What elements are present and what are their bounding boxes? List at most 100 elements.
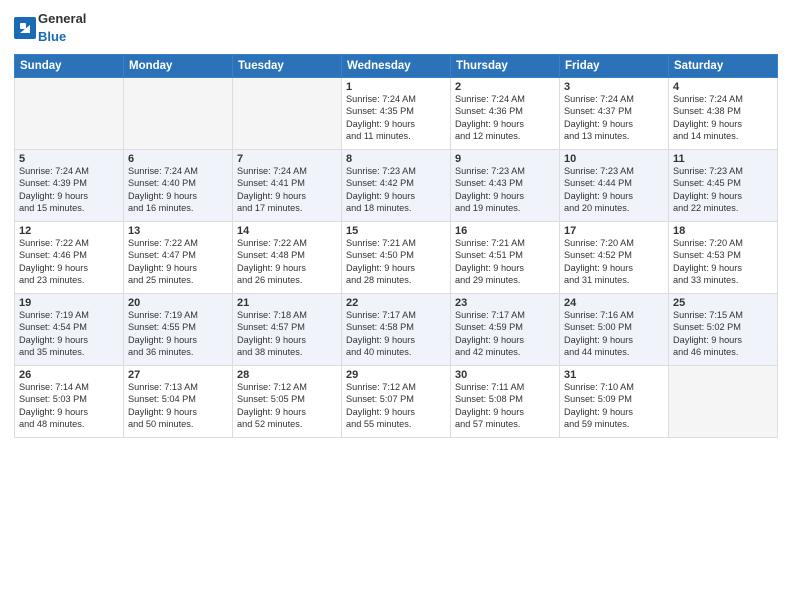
calendar-cell: 23Sunrise: 7:17 AM Sunset: 4:59 PM Dayli…	[451, 294, 560, 366]
day-info: Sunrise: 7:21 AM Sunset: 4:50 PM Dayligh…	[346, 237, 446, 287]
calendar-cell: 2Sunrise: 7:24 AM Sunset: 4:36 PM Daylig…	[451, 78, 560, 150]
calendar-cell: 6Sunrise: 7:24 AM Sunset: 4:40 PM Daylig…	[124, 150, 233, 222]
day-number: 24	[564, 297, 664, 309]
day-info: Sunrise: 7:18 AM Sunset: 4:57 PM Dayligh…	[237, 309, 337, 359]
day-number: 29	[346, 369, 446, 381]
day-number: 17	[564, 225, 664, 237]
calendar-table: SundayMondayTuesdayWednesdayThursdayFrid…	[14, 54, 778, 438]
calendar-cell: 21Sunrise: 7:18 AM Sunset: 4:57 PM Dayli…	[233, 294, 342, 366]
calendar-header-sunday: Sunday	[15, 55, 124, 78]
calendar-cell: 26Sunrise: 7:14 AM Sunset: 5:03 PM Dayli…	[15, 366, 124, 438]
day-number: 25	[673, 297, 773, 309]
day-number: 15	[346, 225, 446, 237]
calendar-week-row: 19Sunrise: 7:19 AM Sunset: 4:54 PM Dayli…	[15, 294, 778, 366]
logo-blue: Blue	[38, 29, 66, 44]
page: General Blue SundayMondayTuesdayWednesda…	[0, 0, 792, 612]
day-info: Sunrise: 7:12 AM Sunset: 5:07 PM Dayligh…	[346, 381, 446, 431]
day-number: 18	[673, 225, 773, 237]
calendar-cell: 30Sunrise: 7:11 AM Sunset: 5:08 PM Dayli…	[451, 366, 560, 438]
logo: General Blue	[14, 10, 86, 46]
calendar-cell: 5Sunrise: 7:24 AM Sunset: 4:39 PM Daylig…	[15, 150, 124, 222]
calendar-week-row: 5Sunrise: 7:24 AM Sunset: 4:39 PM Daylig…	[15, 150, 778, 222]
day-number: 6	[128, 153, 228, 165]
calendar-week-row: 12Sunrise: 7:22 AM Sunset: 4:46 PM Dayli…	[15, 222, 778, 294]
day-number: 23	[455, 297, 555, 309]
day-info: Sunrise: 7:16 AM Sunset: 5:00 PM Dayligh…	[564, 309, 664, 359]
day-info: Sunrise: 7:24 AM Sunset: 4:41 PM Dayligh…	[237, 165, 337, 215]
day-number: 20	[128, 297, 228, 309]
day-number: 16	[455, 225, 555, 237]
day-info: Sunrise: 7:22 AM Sunset: 4:47 PM Dayligh…	[128, 237, 228, 287]
day-number: 10	[564, 153, 664, 165]
calendar-cell	[124, 78, 233, 150]
day-number: 13	[128, 225, 228, 237]
calendar-header-monday: Monday	[124, 55, 233, 78]
day-info: Sunrise: 7:23 AM Sunset: 4:43 PM Dayligh…	[455, 165, 555, 215]
calendar-cell	[15, 78, 124, 150]
calendar-cell: 8Sunrise: 7:23 AM Sunset: 4:42 PM Daylig…	[342, 150, 451, 222]
day-info: Sunrise: 7:12 AM Sunset: 5:05 PM Dayligh…	[237, 381, 337, 431]
calendar-cell: 27Sunrise: 7:13 AM Sunset: 5:04 PM Dayli…	[124, 366, 233, 438]
calendar-cell: 17Sunrise: 7:20 AM Sunset: 4:52 PM Dayli…	[560, 222, 669, 294]
day-number: 5	[19, 153, 119, 165]
day-number: 21	[237, 297, 337, 309]
calendar-cell: 11Sunrise: 7:23 AM Sunset: 4:45 PM Dayli…	[669, 150, 778, 222]
day-info: Sunrise: 7:24 AM Sunset: 4:38 PM Dayligh…	[673, 93, 773, 143]
calendar-week-row: 1Sunrise: 7:24 AM Sunset: 4:35 PM Daylig…	[15, 78, 778, 150]
day-number: 8	[346, 153, 446, 165]
calendar-cell: 22Sunrise: 7:17 AM Sunset: 4:58 PM Dayli…	[342, 294, 451, 366]
calendar-cell: 16Sunrise: 7:21 AM Sunset: 4:51 PM Dayli…	[451, 222, 560, 294]
calendar-header-tuesday: Tuesday	[233, 55, 342, 78]
day-number: 1	[346, 81, 446, 93]
day-info: Sunrise: 7:20 AM Sunset: 4:52 PM Dayligh…	[564, 237, 664, 287]
day-number: 22	[346, 297, 446, 309]
day-info: Sunrise: 7:17 AM Sunset: 4:58 PM Dayligh…	[346, 309, 446, 359]
calendar-cell: 20Sunrise: 7:19 AM Sunset: 4:55 PM Dayli…	[124, 294, 233, 366]
day-number: 2	[455, 81, 555, 93]
day-number: 30	[455, 369, 555, 381]
day-info: Sunrise: 7:14 AM Sunset: 5:03 PM Dayligh…	[19, 381, 119, 431]
calendar-cell: 1Sunrise: 7:24 AM Sunset: 4:35 PM Daylig…	[342, 78, 451, 150]
calendar-cell: 9Sunrise: 7:23 AM Sunset: 4:43 PM Daylig…	[451, 150, 560, 222]
day-info: Sunrise: 7:19 AM Sunset: 4:54 PM Dayligh…	[19, 309, 119, 359]
calendar-cell: 14Sunrise: 7:22 AM Sunset: 4:48 PM Dayli…	[233, 222, 342, 294]
calendar-cell	[669, 366, 778, 438]
logo-icon	[14, 17, 36, 39]
calendar-cell: 18Sunrise: 7:20 AM Sunset: 4:53 PM Dayli…	[669, 222, 778, 294]
day-info: Sunrise: 7:22 AM Sunset: 4:48 PM Dayligh…	[237, 237, 337, 287]
calendar-week-row: 26Sunrise: 7:14 AM Sunset: 5:03 PM Dayli…	[15, 366, 778, 438]
calendar-cell: 3Sunrise: 7:24 AM Sunset: 4:37 PM Daylig…	[560, 78, 669, 150]
day-number: 26	[19, 369, 119, 381]
calendar-header-saturday: Saturday	[669, 55, 778, 78]
calendar-cell: 28Sunrise: 7:12 AM Sunset: 5:05 PM Dayli…	[233, 366, 342, 438]
calendar-cell: 24Sunrise: 7:16 AM Sunset: 5:00 PM Dayli…	[560, 294, 669, 366]
calendar-cell: 10Sunrise: 7:23 AM Sunset: 4:44 PM Dayli…	[560, 150, 669, 222]
day-info: Sunrise: 7:23 AM Sunset: 4:42 PM Dayligh…	[346, 165, 446, 215]
day-info: Sunrise: 7:24 AM Sunset: 4:39 PM Dayligh…	[19, 165, 119, 215]
calendar-cell: 29Sunrise: 7:12 AM Sunset: 5:07 PM Dayli…	[342, 366, 451, 438]
calendar-cell: 19Sunrise: 7:19 AM Sunset: 4:54 PM Dayli…	[15, 294, 124, 366]
day-info: Sunrise: 7:24 AM Sunset: 4:35 PM Dayligh…	[346, 93, 446, 143]
day-info: Sunrise: 7:23 AM Sunset: 4:45 PM Dayligh…	[673, 165, 773, 215]
day-number: 31	[564, 369, 664, 381]
calendar-header-thursday: Thursday	[451, 55, 560, 78]
calendar-cell: 25Sunrise: 7:15 AM Sunset: 5:02 PM Dayli…	[669, 294, 778, 366]
calendar-header-row: SundayMondayTuesdayWednesdayThursdayFrid…	[15, 55, 778, 78]
day-info: Sunrise: 7:15 AM Sunset: 5:02 PM Dayligh…	[673, 309, 773, 359]
day-number: 19	[19, 297, 119, 309]
day-info: Sunrise: 7:19 AM Sunset: 4:55 PM Dayligh…	[128, 309, 228, 359]
calendar-header-friday: Friday	[560, 55, 669, 78]
calendar-cell: 12Sunrise: 7:22 AM Sunset: 4:46 PM Dayli…	[15, 222, 124, 294]
calendar-cell: 15Sunrise: 7:21 AM Sunset: 4:50 PM Dayli…	[342, 222, 451, 294]
day-info: Sunrise: 7:24 AM Sunset: 4:36 PM Dayligh…	[455, 93, 555, 143]
day-info: Sunrise: 7:17 AM Sunset: 4:59 PM Dayligh…	[455, 309, 555, 359]
header: General Blue	[14, 10, 778, 46]
day-number: 11	[673, 153, 773, 165]
day-info: Sunrise: 7:20 AM Sunset: 4:53 PM Dayligh…	[673, 237, 773, 287]
calendar-header-wednesday: Wednesday	[342, 55, 451, 78]
day-info: Sunrise: 7:10 AM Sunset: 5:09 PM Dayligh…	[564, 381, 664, 431]
logo-general: General	[38, 11, 86, 26]
day-number: 14	[237, 225, 337, 237]
day-info: Sunrise: 7:21 AM Sunset: 4:51 PM Dayligh…	[455, 237, 555, 287]
calendar-cell: 13Sunrise: 7:22 AM Sunset: 4:47 PM Dayli…	[124, 222, 233, 294]
